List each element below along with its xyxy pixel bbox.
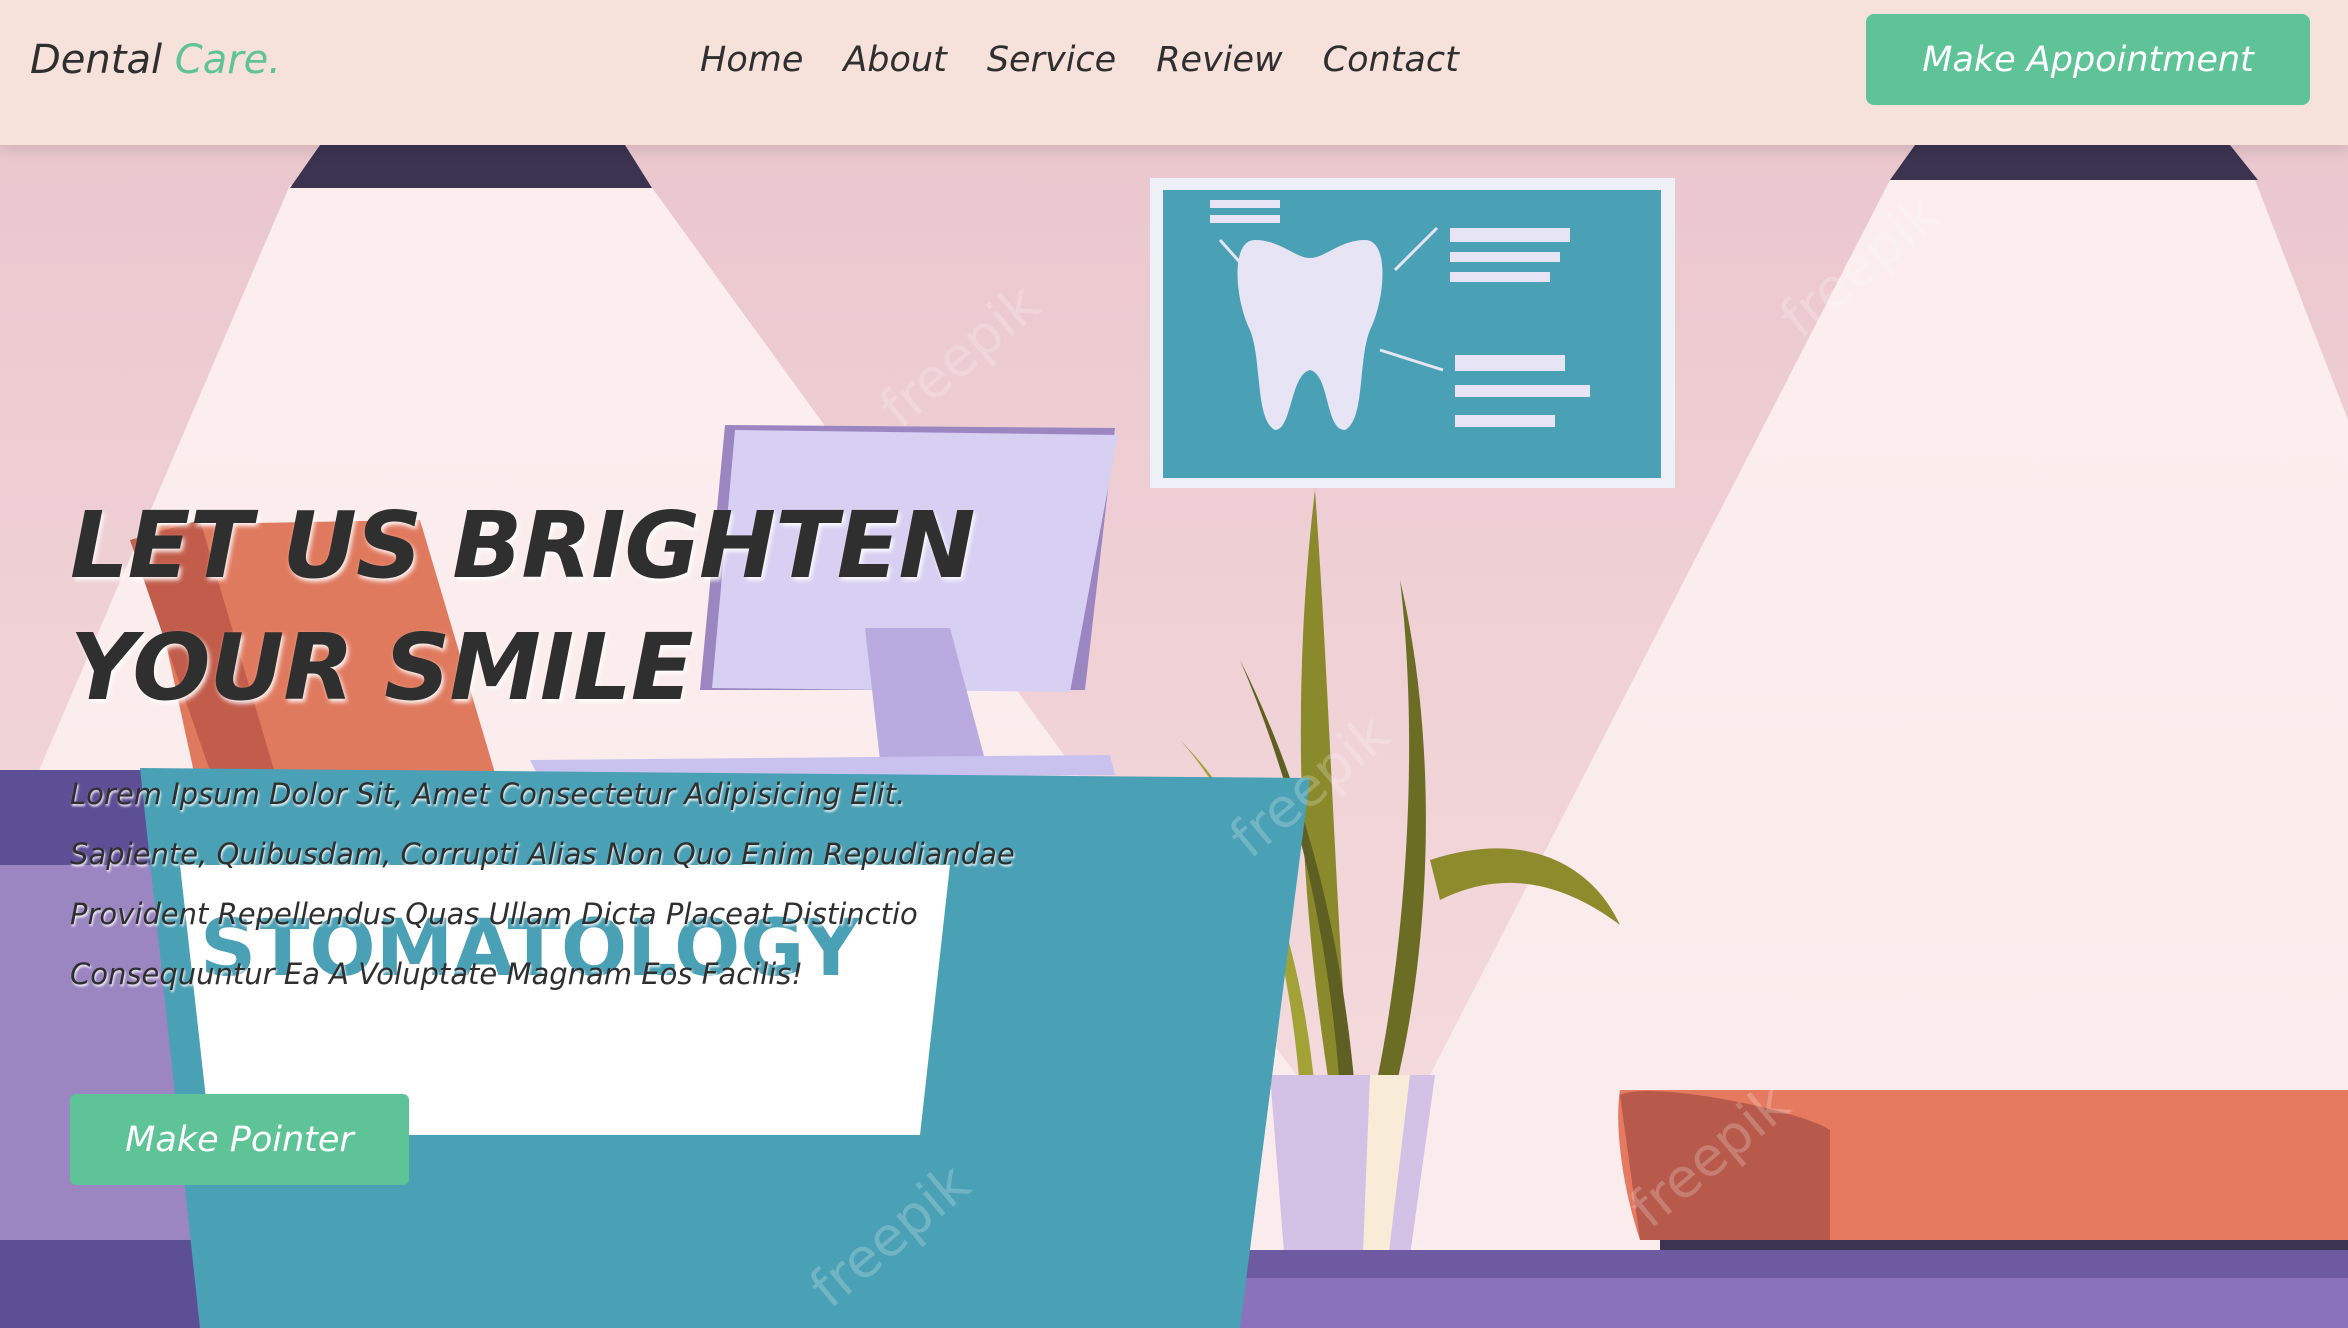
- make-appointment-button[interactable]: Make Appointment: [1866, 14, 2310, 105]
- hero-title-line1: LET US BRIGHTEN: [70, 492, 976, 599]
- nav-home[interactable]: Home: [700, 30, 803, 90]
- logo-accent: Care.: [174, 37, 282, 83]
- hero-description: Lorem Ipsum Dolor Sit, Amet Consectetur …: [70, 777, 1015, 991]
- make-pointer-button[interactable]: Make Pointer: [70, 1094, 409, 1185]
- hero-content: LET US BRIGHTEN YOUR SMILE Lorem Ipsum D…: [70, 485, 1070, 1033]
- hero-title: LET US BRIGHTEN YOUR SMILE: [70, 485, 1070, 729]
- logo[interactable]: Dental Care.: [30, 30, 281, 90]
- logo-primary: Dental: [30, 37, 163, 83]
- nav-review[interactable]: Review: [1156, 30, 1282, 90]
- main-nav: Home About Service Review Contact: [700, 30, 1459, 90]
- tooth-poster: [1150, 178, 1675, 488]
- hero-title-line2: YOUR SMILE: [70, 614, 694, 721]
- site-header: Dental Care. Home About Service Review C…: [0, 0, 2348, 145]
- nav-contact[interactable]: Contact: [1323, 30, 1459, 90]
- nav-about[interactable]: About: [843, 30, 946, 90]
- nav-service[interactable]: Service: [987, 30, 1116, 90]
